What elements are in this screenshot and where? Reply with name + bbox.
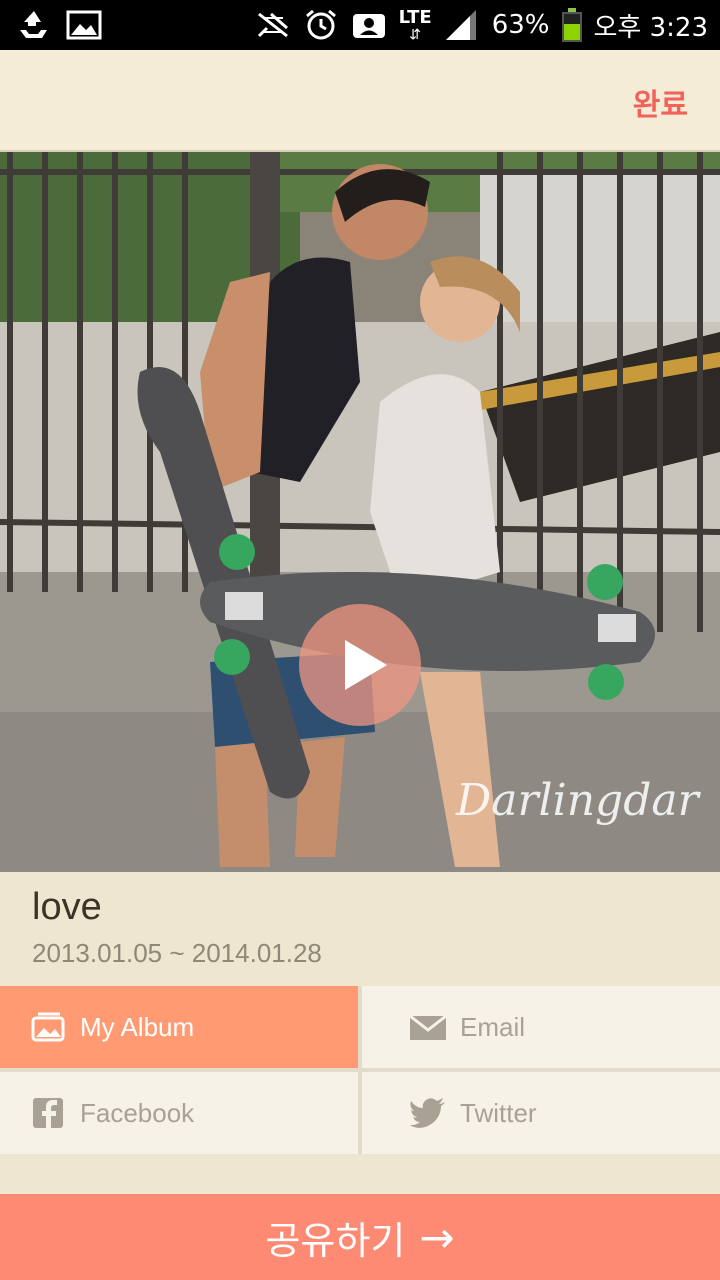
album-info: love 2013.01.05 ~ 2014.01.28 [0, 872, 720, 984]
data-activity-icon: ⇵ [409, 26, 422, 42]
photo-scene [0, 152, 720, 872]
done-button[interactable]: 완료 [633, 80, 688, 124]
play-button[interactable] [299, 604, 421, 726]
share-button-label: 공유하기 [265, 1218, 406, 1263]
share-options: My Album Email Facebook Twitter [0, 986, 720, 1154]
alarm-icon [305, 9, 336, 40]
email-label: Email [460, 1011, 526, 1042]
album-icon [31, 1012, 65, 1042]
facebook-label: Facebook [80, 1097, 195, 1128]
nfc-icon [257, 12, 288, 38]
facebook-icon [33, 1098, 63, 1128]
email-option[interactable]: Email [362, 986, 720, 1068]
album-date-range: 2013.01.05 ~ 2014.01.28 [32, 938, 322, 968]
arrow-right-icon: → [419, 1212, 455, 1262]
twitter-label: Twitter [460, 1097, 537, 1128]
battery-icon [561, 8, 582, 42]
photo-watermark: Darlingdar [456, 775, 699, 826]
status-bar: LTE ⇵ 63% 오후 3:23 [0, 0, 720, 50]
envelope-icon [410, 1014, 446, 1040]
my-album-label: My Album [80, 1011, 195, 1042]
network-type: LTE ⇵ [398, 7, 432, 42]
battery-percent: 63% [491, 10, 550, 40]
clock: 오후 3:23 [593, 12, 709, 43]
my-album-option[interactable]: My Album [0, 986, 358, 1068]
lte-label: LTE [398, 7, 432, 28]
album-title: love [32, 886, 102, 928]
image-icon [66, 10, 102, 40]
twitter-icon [410, 1098, 445, 1128]
facebook-option[interactable]: Facebook [0, 1072, 358, 1154]
top-bar: 완료 [0, 50, 720, 152]
share-button[interactable]: 공유하기 → [0, 1194, 720, 1280]
recycle-icon [20, 11, 47, 38]
play-icon [345, 640, 387, 690]
twitter-option[interactable]: Twitter [362, 1072, 720, 1154]
album-cover-photo[interactable] [0, 152, 720, 872]
signal-icon [445, 10, 476, 40]
contact-icon [352, 14, 385, 38]
